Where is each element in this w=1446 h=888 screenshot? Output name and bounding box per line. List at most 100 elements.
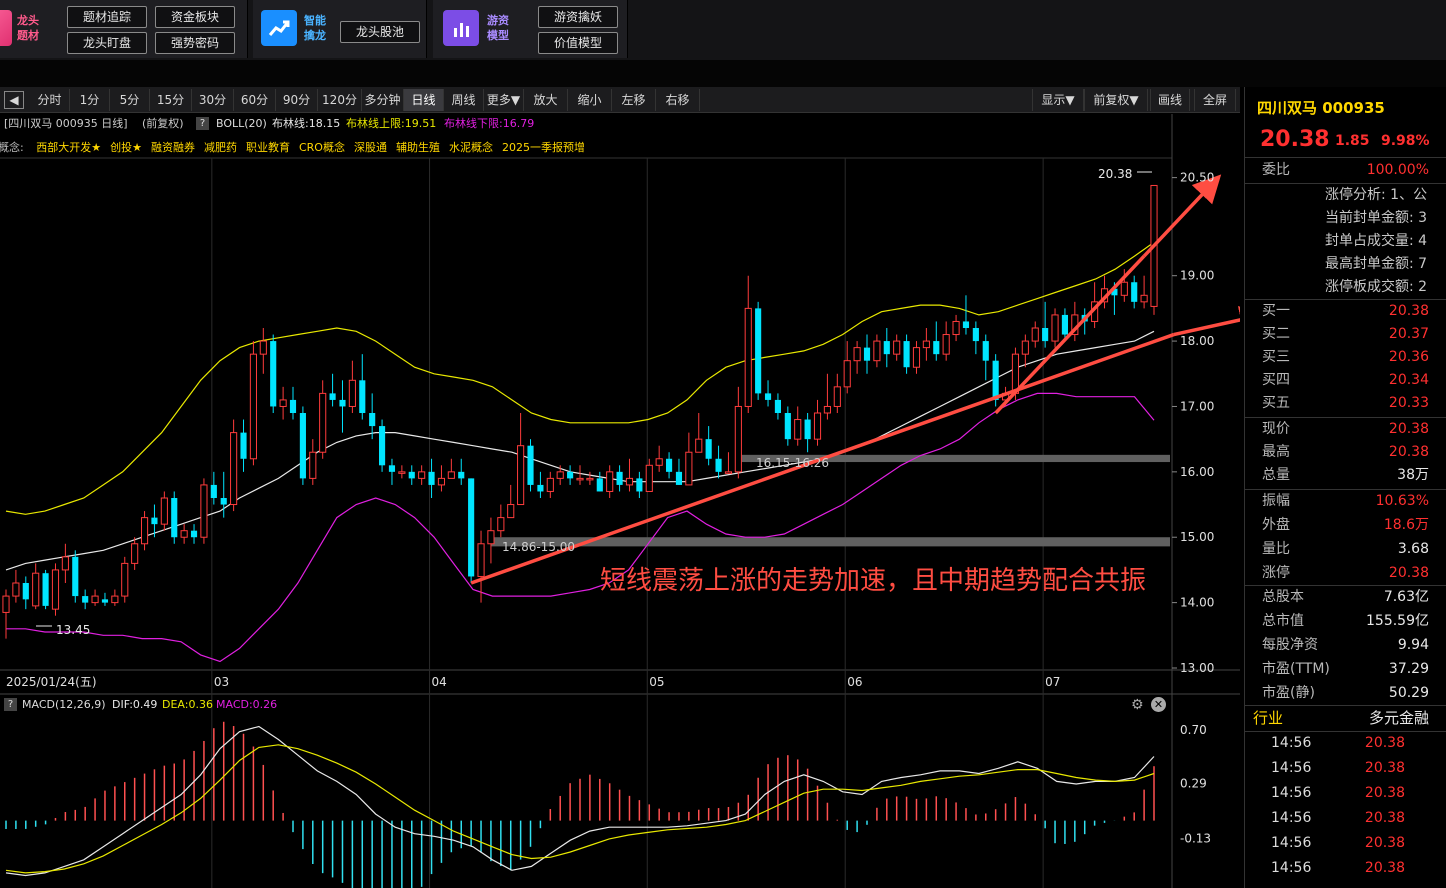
candle-body	[695, 438, 703, 453]
candle-body	[339, 399, 346, 407]
quote-row: 最高 20.38	[1262, 444, 1429, 460]
candle-body	[734, 405, 742, 473]
candle-body	[685, 451, 693, 486]
quote-panel: 四川双马 000935 20.38 1.85 9.98% 委比 100.00% …	[1244, 87, 1446, 888]
candle-body	[259, 340, 267, 355]
candle-body	[299, 413, 306, 479]
bid-row: 买五 20.33	[1262, 395, 1429, 411]
price-tick-label: 15.00	[1180, 530, 1214, 544]
quote-row: 现价 20.38	[1262, 421, 1429, 437]
macd-tick-label: -0.13	[1180, 832, 1211, 846]
limit-analysis-item: 封单占成交量: 4	[1325, 233, 1428, 249]
candle-body	[813, 412, 822, 440]
candle-body	[863, 347, 871, 361]
quote-row: 市盈(静) 50.29	[1262, 685, 1429, 701]
support-zones	[490, 454, 1170, 547]
candle-body	[794, 419, 802, 440]
candle-body	[645, 464, 653, 492]
candle-body	[774, 399, 781, 413]
kline-chart[interactable]: 20.5019.0018.0017.0016.0015.0014.0013.00…	[0, 0, 1240, 888]
limit-analysis-item: 当前封单金额: 3	[1325, 210, 1428, 226]
macd-header: ? MACD(12,26,9) DIF:0.49 DEA:0.36 MACD:0…	[0, 696, 1172, 714]
macd-help-icon[interactable]: ?	[4, 698, 17, 711]
date-label: 2025/01/24(五)	[6, 675, 97, 689]
candle-body	[160, 497, 168, 525]
candle-body	[379, 426, 386, 466]
candle-body	[567, 471, 574, 479]
industry-row[interactable]: 行业 多元金融	[1245, 707, 1446, 730]
candle-body	[369, 413, 376, 427]
candle-body	[755, 308, 762, 394]
candle-body	[962, 321, 970, 328]
candle-body	[666, 458, 673, 472]
candle-body	[72, 556, 79, 597]
candle-body	[359, 380, 366, 413]
candle-body	[843, 360, 851, 388]
price-tick-label: 16.00	[1180, 465, 1214, 479]
price-tick-label: 19.00	[1180, 269, 1214, 283]
date-label: 07	[1045, 675, 1060, 689]
date-label: 04	[432, 675, 447, 689]
candle-body	[309, 451, 317, 479]
tick-row: 14:56 20.38	[1271, 835, 1405, 851]
quote-row: 振幅 10.63%	[1262, 493, 1429, 509]
candle-body	[625, 477, 634, 486]
candle-body	[121, 562, 129, 597]
candle-body	[458, 471, 465, 479]
macd-tick-label: 0.70	[1180, 723, 1207, 737]
quote-row: 总市值 155.59亿	[1262, 613, 1429, 629]
candle-body	[527, 445, 534, 485]
price-tick-label: 20.50	[1180, 171, 1214, 185]
candle-body	[12, 582, 20, 597]
candle-body	[91, 595, 99, 604]
macd-value: MACD:0.26	[216, 698, 278, 711]
min-price-label: 13.45	[56, 623, 90, 637]
candle-body	[823, 405, 831, 414]
candle-body	[1021, 340, 1029, 355]
candle-body	[1061, 314, 1068, 335]
candle-body	[319, 392, 327, 453]
candle-body	[418, 471, 426, 479]
candle-body	[655, 458, 663, 466]
trend-arrows	[470, 174, 1240, 585]
stock-name: 四川双马 000935	[1257, 99, 1385, 117]
price-tick-label: 18.00	[1180, 334, 1214, 348]
vertical-grid	[211, 158, 1044, 888]
candle-body	[329, 393, 336, 400]
date-axis: 2025/01/24(五) 03 04 05 06 07	[6, 675, 1060, 689]
tick-row: 14:56 20.38	[1271, 760, 1405, 776]
candle-body	[447, 471, 455, 479]
quote-row: 量比 3.68	[1262, 541, 1429, 557]
quote-row: 市盈(TTM) 37.29	[1262, 661, 1429, 677]
settings-gear-icon[interactable]: ⚙	[1131, 696, 1144, 714]
candle-body	[933, 341, 940, 355]
candle-body	[616, 471, 623, 485]
close-icon[interactable]: ✕	[1151, 697, 1166, 712]
candle-body	[32, 572, 40, 607]
date-label: 03	[214, 675, 229, 689]
trend-arrow	[994, 254, 1146, 415]
price-tick-label: 17.00	[1180, 399, 1214, 413]
candle-body	[140, 517, 149, 545]
candle-body	[784, 413, 791, 440]
candle-body	[151, 517, 158, 525]
candle-body	[586, 477, 594, 481]
candle-body	[210, 484, 217, 498]
candle-body	[171, 498, 178, 538]
quote-row: 外盘 18.6万	[1262, 517, 1429, 533]
max-price-label: 20.38	[1098, 167, 1132, 181]
date-label: 05	[649, 675, 664, 689]
candle-body	[477, 543, 485, 577]
candle-body	[398, 471, 406, 474]
candle-body	[61, 556, 69, 571]
bid-row: 买三 20.36	[1262, 349, 1429, 365]
candle-body	[715, 458, 722, 472]
candle-body	[51, 569, 60, 610]
candle-body	[833, 386, 841, 407]
candle-body	[744, 307, 752, 407]
candle-body	[556, 471, 564, 479]
candle-body	[724, 471, 733, 474]
date-label: 06	[847, 675, 862, 689]
macd-dea: DEA:0.36	[162, 698, 213, 711]
analysis-comment: 短线震荡上涨的走势加速，且中期趋势配合共振	[600, 566, 1147, 596]
